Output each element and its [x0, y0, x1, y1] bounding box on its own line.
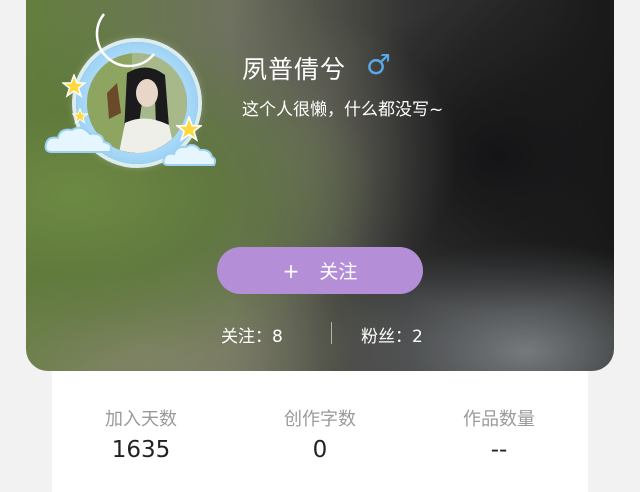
follow-button-label: 关注	[319, 261, 358, 283]
metric-value: --	[490, 437, 508, 463]
metric-join-days: 加入天数 1635	[52, 371, 230, 463]
stats-divider	[331, 322, 332, 344]
metric-word-count: 创作字数 0	[231, 371, 409, 463]
metric-value: 1635	[111, 437, 171, 463]
cloud-icon	[44, 126, 113, 153]
cloud-icon-right	[162, 144, 216, 166]
star-icon-right	[176, 116, 202, 142]
stats-card: 加入天数 1635 创作字数 0 作品数量 --	[52, 371, 588, 492]
following-count[interactable]: 关注：8	[221, 322, 283, 347]
user-bio: 这个人很懒，什么都没写~	[242, 100, 444, 120]
male-symbol-icon: ♂	[366, 48, 392, 81]
metric-work-count: 作品数量 --	[410, 371, 588, 463]
metric-label: 创作字数	[284, 409, 356, 430]
followers-count[interactable]: 粉丝：2	[361, 322, 423, 347]
follow-button[interactable]: + 关注	[217, 247, 423, 294]
avatar[interactable]	[44, 8, 220, 178]
plus-icon: +	[282, 258, 300, 283]
crescent-moon-icon	[95, 13, 155, 68]
profile-page: 夙普倩兮 ♂ 这个人很懒，什么都没写~ + 关注 关注：8 粉丝：2 加入天数 …	[0, 0, 640, 492]
metric-label: 作品数量	[463, 409, 535, 430]
username: 夙普倩兮	[242, 55, 347, 84]
star-icon	[62, 74, 86, 98]
metric-value: 0	[312, 437, 328, 463]
metric-label: 加入天数	[105, 409, 177, 430]
